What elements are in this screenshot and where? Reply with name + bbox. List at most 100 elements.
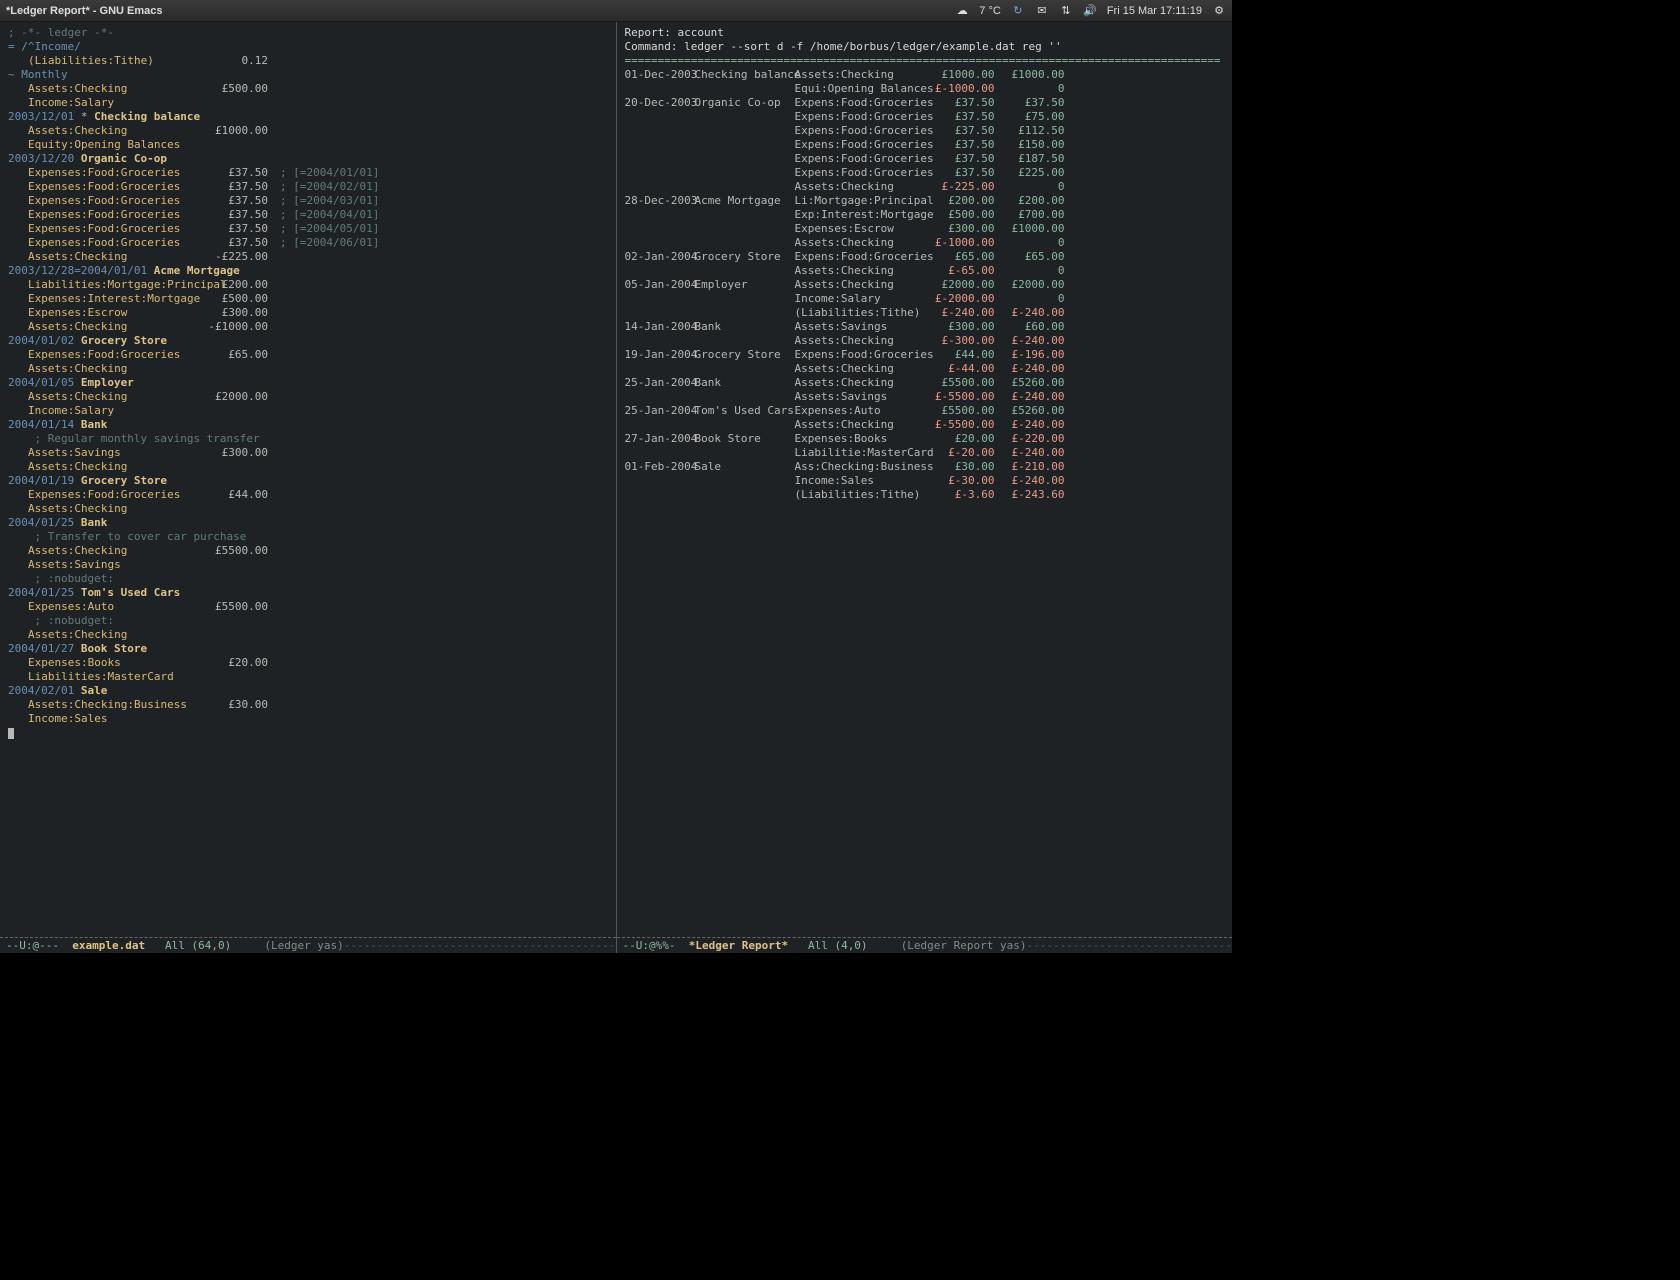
- ledger-report-buffer[interactable]: Report: accountCommand: ledger --sort d …: [617, 22, 1233, 937]
- report-row[interactable]: Expens:Food:Groceries£37.50£187.50: [625, 152, 1225, 166]
- source-line[interactable]: Assets:Checking£1000.00: [8, 124, 608, 138]
- source-line[interactable]: (Liabilities:Tithe)0.12: [8, 54, 608, 68]
- source-line[interactable]: ; :nobudget:: [8, 614, 608, 628]
- source-line[interactable]: Income:Sales: [8, 712, 608, 726]
- right-window[interactable]: Report: accountCommand: ledger --sort d …: [617, 22, 1233, 953]
- report-row[interactable]: 25-Jan-2004BankAssets:Checking£5500.00£5…: [625, 376, 1225, 390]
- source-line[interactable]: Expenses:Food:Groceries£37.50; [=2004/06…: [8, 236, 608, 250]
- source-line[interactable]: Liabilities:MasterCard: [8, 670, 608, 684]
- source-line[interactable]: Assets:Checking:Business£30.00: [8, 698, 608, 712]
- source-line[interactable]: Expenses:Books£20.00: [8, 656, 608, 670]
- report-row[interactable]: 28-Dec-2003Acme MortgageLi:Mortgage:Prin…: [625, 194, 1225, 208]
- report-row[interactable]: (Liabilities:Tithe)£-240.00£-240.00: [625, 306, 1225, 320]
- mail-icon[interactable]: ✉: [1035, 4, 1049, 18]
- source-line[interactable]: 2004/01/14 Bank: [8, 418, 608, 432]
- source-line[interactable]: 2004/02/01 Sale: [8, 684, 608, 698]
- report-row[interactable]: Assets:Checking£-44.00£-240.00: [625, 362, 1225, 376]
- source-line[interactable]: 2004/01/27 Book Store: [8, 642, 608, 656]
- report-row[interactable]: 14-Jan-2004BankAssets:Savings£300.00£60.…: [625, 320, 1225, 334]
- source-line[interactable]: Assets:Checking£5500.00: [8, 544, 608, 558]
- source-line[interactable]: Equity:Opening Balances: [8, 138, 608, 152]
- report-row[interactable]: 19-Jan-2004Grocery StoreExpens:Food:Groc…: [625, 348, 1225, 362]
- source-line[interactable]: Income:Salary: [8, 404, 608, 418]
- report-row[interactable]: Expens:Food:Groceries£37.50£150.00: [625, 138, 1225, 152]
- source-line[interactable]: ; -*- ledger -*-: [8, 26, 608, 40]
- report-row[interactable]: 05-Jan-2004EmployerAssets:Checking£2000.…: [625, 278, 1225, 292]
- report-row[interactable]: Assets:Checking£-5500.00£-240.00: [625, 418, 1225, 432]
- report-row[interactable]: Expens:Food:Groceries£37.50£225.00: [625, 166, 1225, 180]
- text-cursor: [8, 728, 14, 739]
- refresh-icon[interactable]: ↻: [1011, 4, 1025, 18]
- source-line[interactable]: = /^Income/: [8, 40, 608, 54]
- source-line[interactable]: 2004/01/25 Tom's Used Cars: [8, 586, 608, 600]
- source-line[interactable]: Expenses:Food:Groceries£44.00: [8, 488, 608, 502]
- ledger-source-buffer[interactable]: ; -*- ledger -*-= /^Income/(Liabilities:…: [0, 22, 616, 937]
- settings-icon[interactable]: ⚙: [1212, 4, 1226, 18]
- source-line[interactable]: Expenses:Food:Groceries£37.50; [=2004/04…: [8, 208, 608, 222]
- report-row[interactable]: Assets:Checking£-65.000: [625, 264, 1225, 278]
- source-line[interactable]: Expenses:Food:Groceries£37.50; [=2004/01…: [8, 166, 608, 180]
- source-line[interactable]: 2004/01/19 Grocery Store: [8, 474, 608, 488]
- network-icon[interactable]: ⇅: [1059, 4, 1073, 18]
- source-line[interactable]: Expenses:Food:Groceries£37.50; [=2004/02…: [8, 180, 608, 194]
- report-row[interactable]: 01-Dec-2003Checking balanceAssets:Checki…: [625, 68, 1225, 82]
- buffer-pos: All (4,0): [808, 939, 868, 952]
- source-line[interactable]: 2004/01/02 Grocery Store: [8, 334, 608, 348]
- source-line[interactable]: 2003/12/20 Organic Co-op: [8, 152, 608, 166]
- report-row[interactable]: Exp:Interest:Mortgage£500.00£700.00: [625, 208, 1225, 222]
- source-line[interactable]: Assets:Checking£2000.00: [8, 390, 608, 404]
- source-line[interactable]: Assets:Checking: [8, 362, 608, 376]
- report-row[interactable]: Assets:Checking£-300.00£-240.00: [625, 334, 1225, 348]
- source-line[interactable]: Assets:Checking: [8, 502, 608, 516]
- source-line[interactable]: 2004/01/05 Employer: [8, 376, 608, 390]
- source-line[interactable]: Income:Salary: [8, 96, 608, 110]
- system-tray: ☁ 7 °C ↻ ✉ ⇅ 🔊 Fri 15 Mar 17:11:19 ⚙: [955, 4, 1226, 18]
- report-row[interactable]: 02-Jan-2004Grocery StoreExpens:Food:Groc…: [625, 250, 1225, 264]
- source-line[interactable]: Assets:Checking-£225.00: [8, 250, 608, 264]
- emacs-frame: ; -*- ledger -*-= /^Income/(Liabilities:…: [0, 22, 1232, 953]
- source-line[interactable]: Expenses:Food:Groceries£65.00: [8, 348, 608, 362]
- volume-icon[interactable]: 🔊: [1083, 4, 1097, 18]
- report-row[interactable]: 01-Feb-2004SaleAss:Checking:Business£30.…: [625, 460, 1225, 474]
- source-line[interactable]: Expenses:Auto£5500.00: [8, 600, 608, 614]
- report-row[interactable]: Assets:Checking£-1000.000: [625, 236, 1225, 250]
- source-line[interactable]: Expenses:Food:Groceries£37.50; [=2004/05…: [8, 222, 608, 236]
- report-row[interactable]: Expenses:Escrow£300.00£1000.00: [625, 222, 1225, 236]
- buffer-mode: (Ledger yas): [264, 939, 343, 952]
- source-line[interactable]: Assets:Savings: [8, 558, 608, 572]
- report-row[interactable]: Expens:Food:Groceries£37.50£75.00: [625, 110, 1225, 124]
- report-row[interactable]: 25-Jan-2004Tom's Used CarsExpenses:Auto£…: [625, 404, 1225, 418]
- source-line[interactable]: Expenses:Escrow£300.00: [8, 306, 608, 320]
- source-line[interactable]: Assets:Checking: [8, 628, 608, 642]
- source-line[interactable]: Expenses:Food:Groceries£37.50; [=2004/03…: [8, 194, 608, 208]
- weather-icon[interactable]: ☁: [955, 4, 969, 18]
- source-line[interactable]: 2003/12/28=2004/01/01 Acme Mortgage: [8, 264, 608, 278]
- report-row[interactable]: Liabilitie:MasterCard£-20.00£-240.00: [625, 446, 1225, 460]
- source-line[interactable]: Assets:Checking-£1000.00: [8, 320, 608, 334]
- source-line[interactable]: ; :nobudget:: [8, 572, 608, 586]
- window-title: *Ledger Report* - GNU Emacs: [6, 5, 955, 17]
- source-line[interactable]: Expenses:Interest:Mortgage£500.00: [8, 292, 608, 306]
- report-row[interactable]: Assets:Savings£-5500.00£-240.00: [625, 390, 1225, 404]
- source-line[interactable]: ~ Monthly: [8, 68, 608, 82]
- source-line[interactable]: Liabilities:Mortgage:Principal£200.00: [8, 278, 608, 292]
- source-line[interactable]: Assets:Savings£300.00: [8, 446, 608, 460]
- source-line[interactable]: 2004/01/25 Bank: [8, 516, 608, 530]
- report-row[interactable]: Income:Salary£-2000.000: [625, 292, 1225, 306]
- report-row[interactable]: 27-Jan-2004Book StoreExpenses:Books£20.0…: [625, 432, 1225, 446]
- report-row[interactable]: Income:Sales£-30.00£-240.00: [625, 474, 1225, 488]
- report-row[interactable]: Expens:Food:Groceries£37.50£112.50: [625, 124, 1225, 138]
- source-line[interactable]: ; Transfer to cover car purchase: [8, 530, 608, 544]
- report-row[interactable]: Equi:Opening Balances£-1000.000: [625, 82, 1225, 96]
- report-row[interactable]: 20-Dec-2003Organic Co-opExpens:Food:Groc…: [625, 96, 1225, 110]
- source-line[interactable]: Assets:Checking£500.00: [8, 82, 608, 96]
- modeline-right[interactable]: --U:@%%- *Ledger Report* All (4,0) (Ledg…: [617, 937, 1233, 953]
- source-line[interactable]: 2003/12/01 * Checking balance: [8, 110, 608, 124]
- modeline-left[interactable]: --U:@--- example.dat All (64,0) (Ledger …: [0, 937, 616, 953]
- buffer-name: *Ledger Report*: [689, 939, 788, 952]
- report-row[interactable]: (Liabilities:Tithe)£-3.60£-243.60: [625, 488, 1225, 502]
- source-line[interactable]: ; Regular monthly savings transfer: [8, 432, 608, 446]
- report-row[interactable]: Assets:Checking£-225.000: [625, 180, 1225, 194]
- source-line[interactable]: Assets:Checking: [8, 460, 608, 474]
- left-window[interactable]: ; -*- ledger -*-= /^Income/(Liabilities:…: [0, 22, 617, 953]
